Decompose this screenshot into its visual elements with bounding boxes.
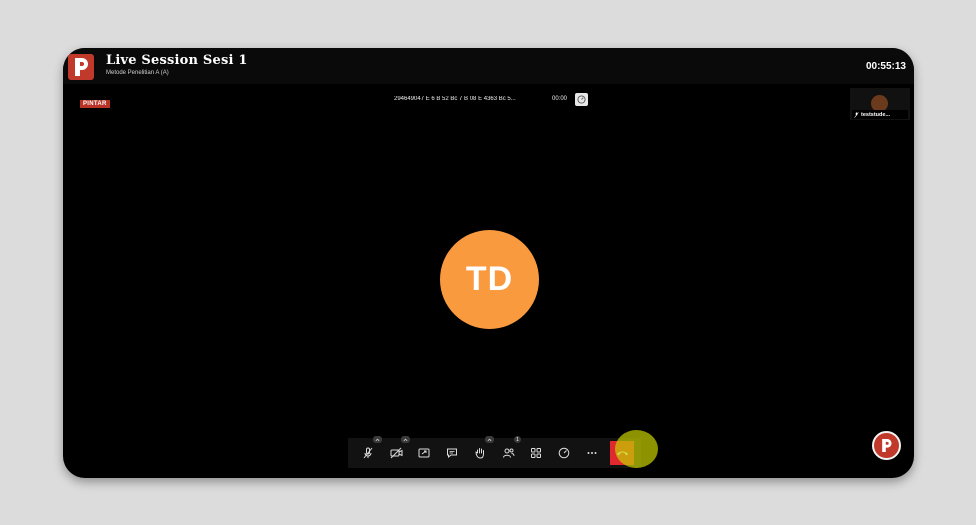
camera-off-icon — [390, 447, 402, 459]
participants-count-badge: 1 — [514, 436, 521, 443]
layout-button[interactable] — [522, 439, 550, 467]
control-toolbar: 1 — [348, 436, 641, 468]
recording-time: 00:00 — [552, 96, 568, 102]
main-participant-avatar: TD — [440, 230, 539, 329]
raise-hand-button[interactable] — [466, 436, 494, 467]
performance-icon — [558, 447, 570, 459]
camera-options-caret[interactable] — [401, 436, 410, 443]
reactions-caret[interactable] — [485, 436, 494, 443]
app-logo-icon — [882, 439, 892, 452]
participant-thumbnail[interactable]: teststude... — [850, 88, 910, 120]
chat-icon — [447, 448, 457, 459]
chat-button[interactable] — [438, 439, 466, 467]
speedometer-icon[interactable] — [575, 92, 589, 106]
participants-icon — [502, 448, 514, 458]
recording-id: 294649047 E 6 B 52 Bc 7 B 08 E 4363 Bc 5… — [394, 96, 516, 102]
top-bar: Live Session Sesi 1 Metode Penelitian A … — [63, 48, 914, 84]
mic-off-icon — [363, 447, 373, 459]
session-title: Live Session Sesi 1 — [106, 53, 248, 68]
mic-muted-icon — [854, 111, 859, 118]
raise-hand-icon — [475, 448, 484, 459]
participant-label: teststude... — [852, 110, 908, 119]
session-subtitle: Metode Penelitian A (A) — [106, 70, 169, 76]
session-timer: 00:55:13 — [865, 61, 906, 72]
brand-badge: PINTAR — [80, 100, 110, 108]
grid-layout-icon — [531, 448, 541, 458]
more-icon — [587, 452, 597, 454]
floating-app-button[interactable] — [872, 431, 901, 460]
participants-button[interactable]: 1 — [494, 436, 522, 467]
more-options-button[interactable] — [578, 439, 606, 467]
share-screen-icon — [418, 448, 430, 458]
share-screen-button[interactable] — [410, 439, 438, 467]
app-logo-icon — [68, 54, 94, 80]
camera-toggle-button[interactable] — [382, 436, 410, 467]
mic-toggle-button[interactable] — [354, 436, 382, 467]
participant-name: teststude... — [861, 111, 891, 118]
recording-bar: 294649047 E 6 B 52 Bc 7 B 08 E 4363 Bc 5… — [394, 92, 591, 106]
meeting-window: Live Session Sesi 1 Metode Penelitian A … — [63, 48, 914, 478]
performance-settings-button[interactable] — [550, 439, 578, 467]
click-highlight-indicator — [615, 430, 658, 468]
mic-options-caret[interactable] — [373, 436, 382, 443]
